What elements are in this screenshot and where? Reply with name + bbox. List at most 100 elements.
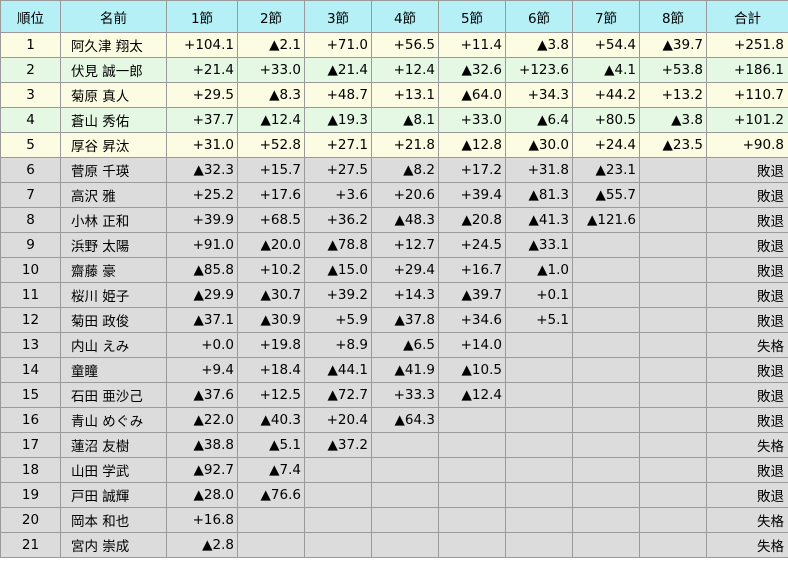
round-7-score-cell (572, 332, 640, 358)
round-7-score-cell: +54.4 (572, 32, 640, 58)
round-2-score-cell: +12.5 (237, 382, 305, 408)
player-name-cell: 厚谷 昇汰 (60, 132, 167, 158)
round-4-score-cell (371, 532, 439, 558)
round-5-score-cell: ▲10.5 (438, 357, 506, 383)
table-row: 13 内山 えみ +0.0 +19.8 +8.9 ▲6.5 +14.0 失格 (0, 332, 788, 358)
round-2-score-cell: ▲30.7 (237, 282, 305, 308)
player-name-cell: 菅原 千瑛 (60, 157, 167, 183)
round-6-score-cell: ▲3.8 (505, 32, 573, 58)
round-5-score-cell (438, 457, 506, 483)
player-name-cell: 岡本 和也 (60, 507, 167, 533)
round-4-score-cell: +56.5 (371, 32, 439, 58)
round-7-score-cell: ▲4.1 (572, 57, 640, 83)
total-cell: 失格 (706, 532, 788, 558)
round-3-score-cell (304, 507, 372, 533)
round-7-score-cell (572, 482, 640, 508)
rank-cell: 21 (0, 532, 61, 558)
total-cell: 失格 (706, 432, 788, 458)
total-cell: 敗退 (706, 182, 788, 208)
round-7-score-cell (572, 432, 640, 458)
round-8-score-cell (639, 157, 707, 183)
round-8-score-cell (639, 182, 707, 208)
round-1-score-cell: ▲22.0 (166, 407, 238, 433)
total-cell: 敗退 (706, 382, 788, 408)
rank-cell: 15 (0, 382, 61, 408)
total-cell: 失格 (706, 332, 788, 358)
round-8-score-cell (639, 332, 707, 358)
round-5-score-cell (438, 482, 506, 508)
round-8-score-cell (639, 507, 707, 533)
player-name-cell: 蒼山 秀佑 (60, 107, 167, 133)
round-3-score-cell: +27.1 (304, 132, 372, 158)
rank-cell: 2 (0, 57, 61, 83)
round-7-score-cell (572, 507, 640, 533)
header-round-7: 7節 (572, 0, 640, 33)
player-name-cell: 小林 正和 (60, 207, 167, 233)
table-row: 21 宮内 崇成 ▲2.8 失格 (0, 532, 788, 558)
round-6-score-cell: ▲1.0 (505, 257, 573, 283)
total-cell: 敗退 (706, 157, 788, 183)
total-cell: 敗退 (706, 282, 788, 308)
round-6-score-cell (505, 407, 573, 433)
round-2-score-cell: ▲8.3 (237, 82, 305, 108)
round-7-score-cell (572, 232, 640, 258)
player-name-cell: 桜川 姫子 (60, 282, 167, 308)
header-round-2: 2節 (237, 0, 305, 33)
round-7-score-cell: ▲121.6 (572, 207, 640, 233)
round-4-score-cell: ▲8.2 (371, 157, 439, 183)
total-cell: 敗退 (706, 457, 788, 483)
round-4-score-cell: ▲64.3 (371, 407, 439, 433)
round-1-score-cell: ▲28.0 (166, 482, 238, 508)
round-1-score-cell: +21.4 (166, 57, 238, 83)
header-name: 名前 (60, 0, 167, 33)
table-row: 10 齋藤 豪 ▲85.8 +10.2 ▲15.0 +29.4 +16.7 ▲1.0 敗退 (0, 257, 788, 283)
round-8-score-cell (639, 257, 707, 283)
round-5-score-cell: +24.5 (438, 232, 506, 258)
rank-cell: 17 (0, 432, 61, 458)
round-1-score-cell: ▲92.7 (166, 457, 238, 483)
round-8-score-cell (639, 457, 707, 483)
player-name-cell: 浜野 太陽 (60, 232, 167, 258)
round-3-score-cell: +3.6 (304, 182, 372, 208)
round-1-score-cell: ▲37.1 (166, 307, 238, 333)
header-row: 順位 名前 1節 2節 3節 4節 5節 6節 7節 8節 合計 (0, 0, 788, 33)
round-5-score-cell: +11.4 (438, 32, 506, 58)
round-2-score-cell: ▲30.9 (237, 307, 305, 333)
round-6-score-cell: ▲33.1 (505, 232, 573, 258)
round-1-score-cell: +91.0 (166, 232, 238, 258)
round-5-score-cell: ▲20.8 (438, 207, 506, 233)
round-4-score-cell: +33.3 (371, 382, 439, 408)
round-2-score-cell: ▲20.0 (237, 232, 305, 258)
round-8-score-cell: ▲3.8 (639, 107, 707, 133)
round-6-score-cell (505, 457, 573, 483)
round-8-score-cell: ▲23.5 (639, 132, 707, 158)
total-cell: +110.7 (706, 82, 788, 108)
round-6-score-cell (505, 482, 573, 508)
round-7-score-cell (572, 457, 640, 483)
round-7-score-cell: +24.4 (572, 132, 640, 158)
round-4-score-cell: +20.6 (371, 182, 439, 208)
round-1-score-cell: +104.1 (166, 32, 238, 58)
round-8-score-cell (639, 282, 707, 308)
round-8-score-cell (639, 382, 707, 408)
header-round-4: 4節 (371, 0, 439, 33)
round-7-score-cell (572, 257, 640, 283)
table-row: 2 伏見 誠一郎 +21.4 +33.0 ▲21.4 +12.4 ▲32.6 +123.6 ▲4… (0, 57, 788, 83)
round-5-score-cell: +34.6 (438, 307, 506, 333)
round-3-score-cell: +71.0 (304, 32, 372, 58)
round-3-score-cell: ▲44.1 (304, 357, 372, 383)
header-round-1: 1節 (166, 0, 238, 33)
round-1-score-cell: +37.7 (166, 107, 238, 133)
round-1-score-cell: ▲85.8 (166, 257, 238, 283)
round-6-score-cell: +31.8 (505, 157, 573, 183)
rank-cell: 10 (0, 257, 61, 283)
rank-cell: 4 (0, 107, 61, 133)
player-name-cell: 石田 亜沙己 (60, 382, 167, 408)
round-3-score-cell: +20.4 (304, 407, 372, 433)
round-4-score-cell: ▲48.3 (371, 207, 439, 233)
table-row: 14 童瞳 +9.4 +18.4 ▲44.1 ▲41.9 ▲10.5 敗退 (0, 357, 788, 383)
header-round-6: 6節 (505, 0, 573, 33)
total-cell: 敗退 (706, 207, 788, 233)
round-7-score-cell (572, 282, 640, 308)
round-1-score-cell: +16.8 (166, 507, 238, 533)
